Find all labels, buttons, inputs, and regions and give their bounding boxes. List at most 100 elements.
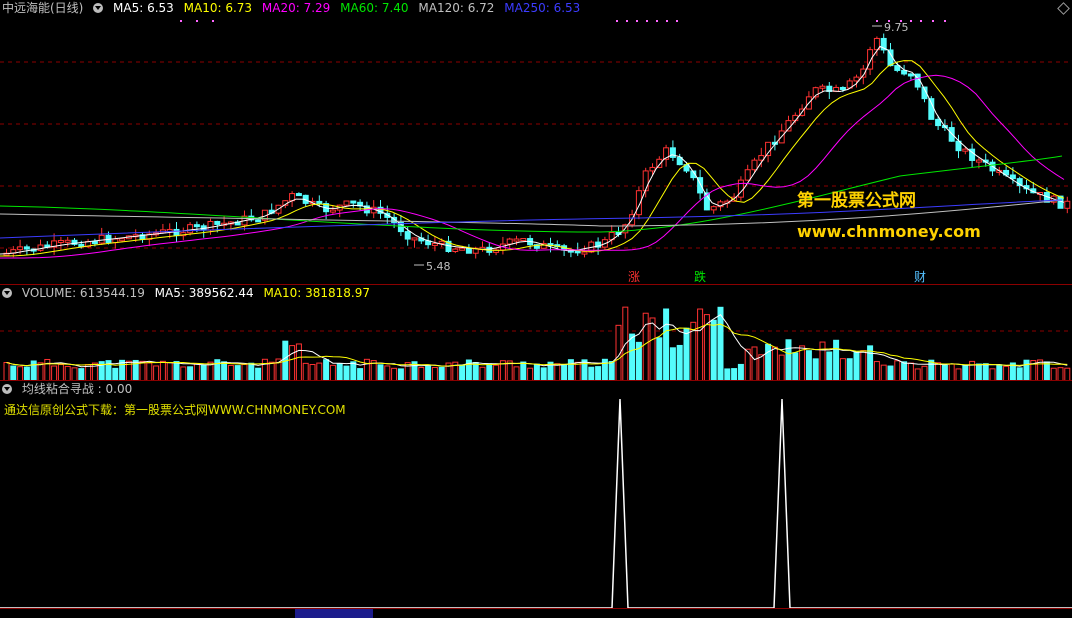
- volume-bar: [941, 364, 948, 381]
- volume-bar: [309, 364, 316, 381]
- volume-bar: [64, 365, 71, 381]
- low-price-label: 5.48: [426, 260, 451, 273]
- volume-bar: [200, 364, 207, 381]
- volume-bar: [574, 361, 581, 381]
- volume-bar: [737, 363, 744, 381]
- candle-body: [649, 166, 656, 172]
- volume-bar: [180, 366, 187, 381]
- signal-dot: [876, 20, 878, 22]
- candle-body: [744, 169, 751, 181]
- ma10-readout: MA10: 6.73: [183, 1, 253, 15]
- candle-body: [669, 147, 676, 158]
- candle-body: [64, 239, 71, 243]
- signal-dot: [920, 20, 922, 22]
- volume-bar: [561, 364, 568, 381]
- volume-bar: [642, 312, 649, 381]
- ma120-readout: MA120: 6.72: [418, 1, 495, 15]
- high-price-label: 9.75: [884, 21, 909, 34]
- candle-body: [935, 118, 942, 127]
- candlestick-chart[interactable]: [0, 0, 1072, 284]
- volume-bar: [962, 365, 969, 381]
- candle-body: [431, 242, 438, 246]
- volume-bar: [663, 308, 670, 381]
- volume-bar: [493, 364, 500, 381]
- volume-bar: [873, 361, 880, 381]
- volume-bar: [595, 366, 602, 381]
- volume-bar: [459, 364, 466, 381]
- candle-body: [187, 224, 194, 234]
- indicator-header: 均线粘合寻战 : 0.00: [2, 382, 138, 397]
- candle-body: [295, 193, 302, 197]
- candle-body: [91, 241, 98, 245]
- volume-bar: [486, 363, 493, 381]
- volume-bar: [234, 365, 241, 381]
- volume-bar: [778, 354, 785, 381]
- ma5-readout: MA5: 6.53: [113, 1, 174, 15]
- volume-bar: [425, 365, 432, 381]
- watermark-name: 第一股票公式网: [797, 191, 916, 211]
- candle-body: [839, 86, 846, 90]
- volume-bar: [697, 308, 704, 381]
- volume-bar: [656, 337, 663, 381]
- volume-bar: [221, 361, 228, 381]
- volume-chart-pane[interactable]: VOLUME: 613544.19 MA5: 389562.44 MA10: 3…: [0, 284, 1072, 381]
- candle-body: [98, 234, 105, 244]
- volume-bar: [921, 365, 928, 381]
- candle-body: [438, 240, 445, 244]
- volume-bar: [363, 358, 370, 381]
- candle-body: [57, 239, 64, 243]
- volume-bar: [758, 354, 765, 381]
- price-chart-pane[interactable]: 中远海能(日线) MA5: 6.53 MA10: 6.73 MA20: 7.29…: [0, 0, 1072, 284]
- volume-bar: [853, 351, 860, 381]
- candle-body: [23, 246, 30, 250]
- candle-body: [928, 98, 935, 120]
- candle-body: [465, 247, 472, 254]
- volume-bar: [418, 367, 425, 381]
- candle-body: [459, 247, 466, 251]
- volume-bar: [520, 361, 527, 381]
- volume-bar: [812, 358, 819, 381]
- candle-body: [975, 159, 982, 163]
- signal-dot: [932, 20, 934, 22]
- candle-body: [894, 65, 901, 71]
- volume-bar: [819, 341, 826, 381]
- candle-body: [1009, 174, 1016, 180]
- volume-bar: [227, 364, 234, 381]
- volume-bar: [438, 366, 445, 381]
- candle-body: [901, 69, 908, 75]
- signal-dot: [212, 20, 214, 22]
- indicator-pane[interactable]: 均线粘合寻战 : 0.00 通达信原创公式下载：第一股票公式网WWW.CHNMO…: [0, 380, 1072, 609]
- watermark-url: www.chnmoney.com: [797, 222, 981, 241]
- volume-bar: [261, 358, 268, 381]
- volume-bar: [57, 364, 64, 381]
- volume-bar: [159, 360, 166, 381]
- chevron-down-icon[interactable]: [2, 384, 12, 394]
- signal-dot: [636, 20, 638, 22]
- candle-body: [193, 224, 200, 228]
- signal-dot: [616, 20, 618, 22]
- candle-body: [642, 170, 649, 192]
- candle-body: [962, 148, 969, 152]
- signal-dot: [646, 20, 648, 22]
- indicator-line: [0, 398, 1072, 609]
- volume-bar: [193, 363, 200, 381]
- volume-bar: [907, 362, 914, 381]
- volume-bar: [241, 363, 248, 381]
- volume-bar: [588, 366, 595, 381]
- candle-body: [329, 209, 336, 213]
- candle-body: [316, 200, 323, 205]
- vol-ma10-readout: MA10: 381818.97: [263, 286, 371, 300]
- ma20-readout: MA20: 7.29: [261, 1, 331, 15]
- volume-bar: [153, 365, 160, 381]
- volume-bar: [887, 365, 894, 381]
- volume-bar: [928, 359, 935, 381]
- candle-body: [173, 228, 180, 237]
- chevron-down-icon[interactable]: [93, 3, 104, 13]
- candle-body: [343, 200, 350, 206]
- volume-bar: [839, 358, 846, 381]
- signal-dot: [180, 20, 182, 22]
- candle-body: [581, 251, 588, 255]
- candle-body: [404, 231, 411, 240]
- chevron-down-icon[interactable]: [2, 288, 12, 298]
- volume-bar: [37, 362, 44, 381]
